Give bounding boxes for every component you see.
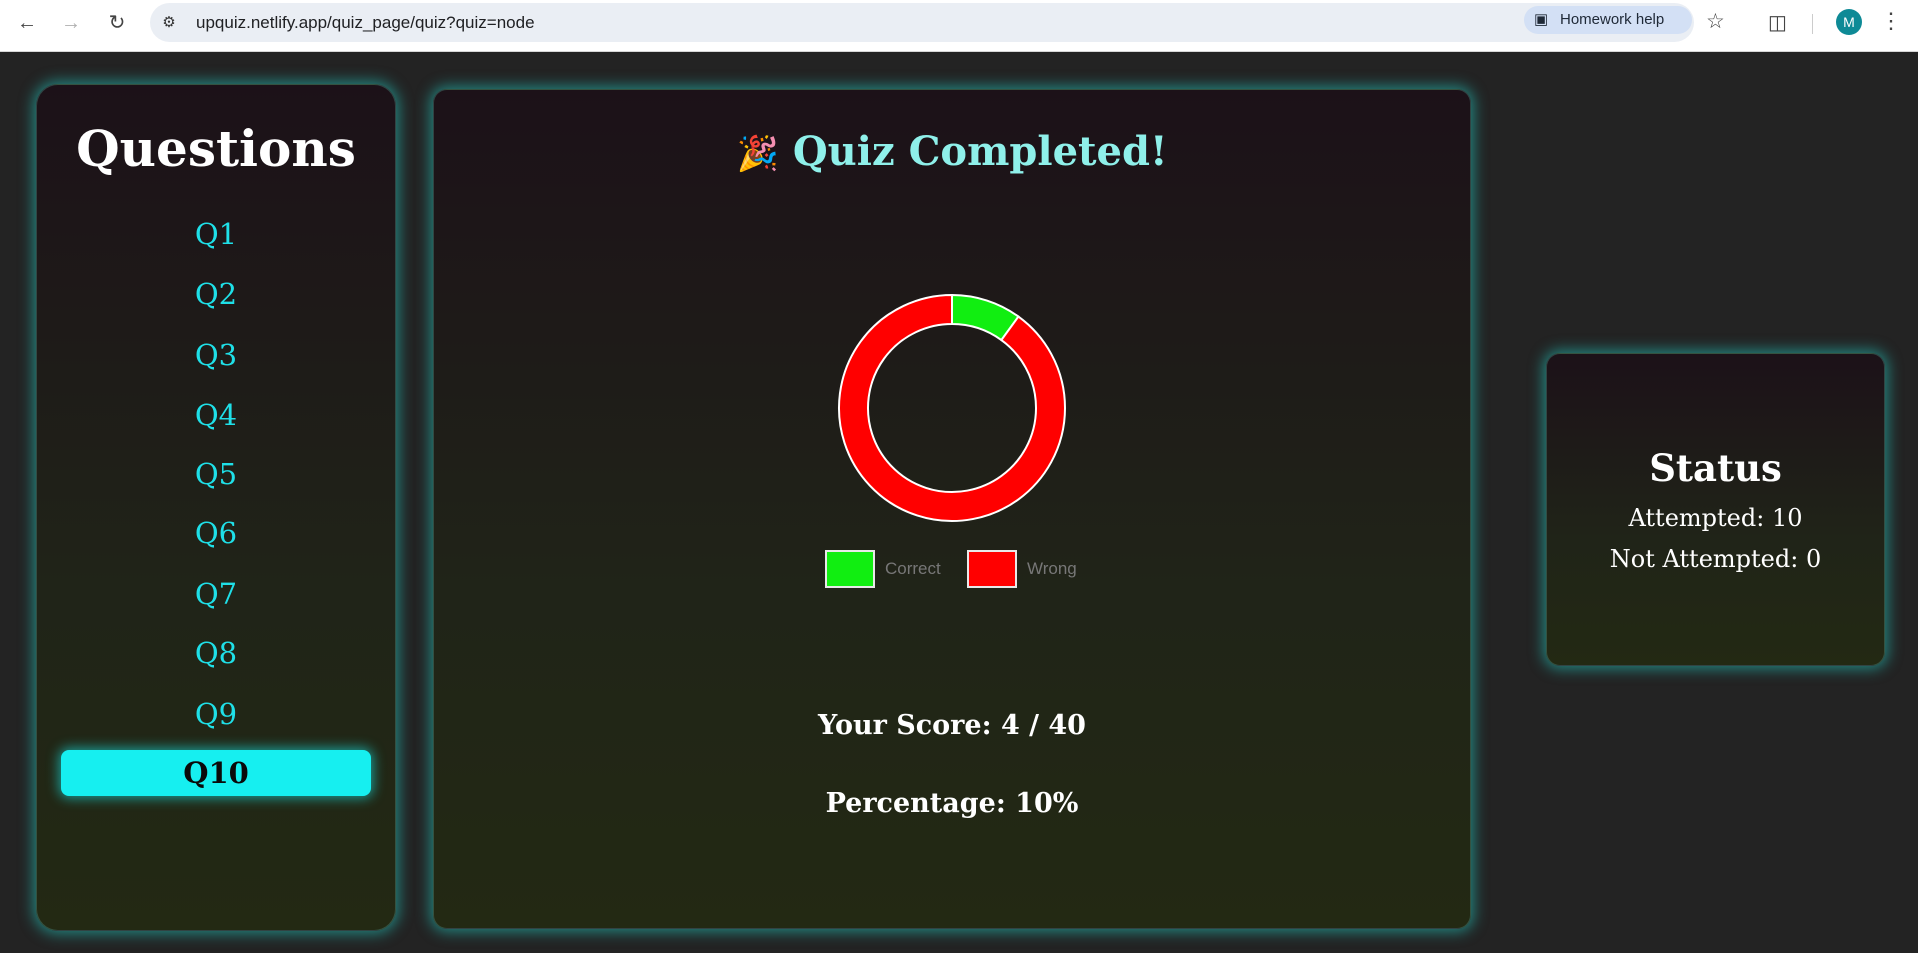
sidebar-item-q9[interactable]: Q9 (61, 691, 371, 737)
legend-label-wrong[interactable]: Wrong (1027, 559, 1077, 579)
legend-swatch-wrong[interactable] (967, 550, 1017, 588)
avatar[interactable]: M (1836, 9, 1862, 35)
score-text: Your Score: 4 / 40 (818, 710, 1086, 741)
back-icon[interactable]: ← (14, 10, 40, 36)
sidebar-item-q2[interactable]: Q2 (61, 271, 371, 317)
kebab-menu-icon[interactable]: ⋮ (1880, 8, 1902, 34)
sidebar-item-q10[interactable]: Q10 (61, 750, 371, 796)
not-attempted-count: Not Attempted: 0 (1609, 545, 1822, 573)
sidebar-item-q8[interactable]: Q8 (61, 630, 371, 676)
sidebar-item-q6[interactable]: Q6 (61, 510, 371, 556)
page-title-text: Quiz Completed! (792, 128, 1168, 175)
sidebar-item-q4[interactable]: Q4 (61, 392, 371, 438)
toolbar-divider (1812, 14, 1813, 34)
status-panel: Status Attempted: 10 Not Attempted: 0 (1546, 353, 1885, 666)
browser-toolbar: ← → ↻ ⚙ upquiz.netlify.app/quiz_page/qui… (0, 0, 1918, 52)
result-panel: 🎉 Quiz Completed! Correct Wrong Your Score… (433, 89, 1471, 929)
homework-help-label: Homework help (1560, 11, 1665, 28)
page-title: 🎉 Quiz Completed! (434, 128, 1470, 175)
address-bar[interactable]: ⚙ upquiz.netlify.app/quiz_page/quiz?quiz… (150, 3, 1694, 42)
extensions-icon[interactable]: ◫ (1768, 10, 1787, 35)
url-text[interactable]: upquiz.netlify.app/quiz_page/quiz?quiz=n… (196, 3, 535, 42)
party-popper-icon: 🎉 (736, 134, 779, 174)
sidebar-item-q3[interactable]: Q3 (61, 332, 371, 378)
sidebar-item-q7[interactable]: Q7 (61, 571, 371, 617)
star-icon[interactable]: ☆ (1706, 9, 1725, 34)
sidebar-item-q5[interactable]: Q5 (61, 451, 371, 497)
legend-label-correct[interactable]: Correct (885, 559, 941, 579)
legend-swatch-correct[interactable] (825, 550, 875, 588)
homework-help-button[interactable]: ▣ Homework help (1524, 6, 1692, 34)
sidebar-item-q1[interactable]: Q1 (61, 211, 371, 257)
attempted-count: Attempted: 10 (1628, 504, 1803, 532)
status-title: Status (1649, 446, 1782, 490)
questions-sidebar: Questions Q1 Q2 Q3 Q4 Q5 Q6 Q7 Q8 Q9 Q10 (36, 84, 396, 931)
percentage-text: Percentage: 10% (825, 788, 1079, 819)
slice-wrong[interactable] (838, 293, 1066, 522)
sidebar-title: Questions (76, 119, 356, 178)
site-info-icon[interactable]: ⚙ (158, 12, 180, 34)
reload-icon[interactable]: ↻ (104, 10, 130, 36)
forward-icon[interactable]: → (58, 10, 84, 36)
result-doughnut-chart (838, 293, 1066, 522)
lens-icon: ▣ (1534, 11, 1549, 28)
